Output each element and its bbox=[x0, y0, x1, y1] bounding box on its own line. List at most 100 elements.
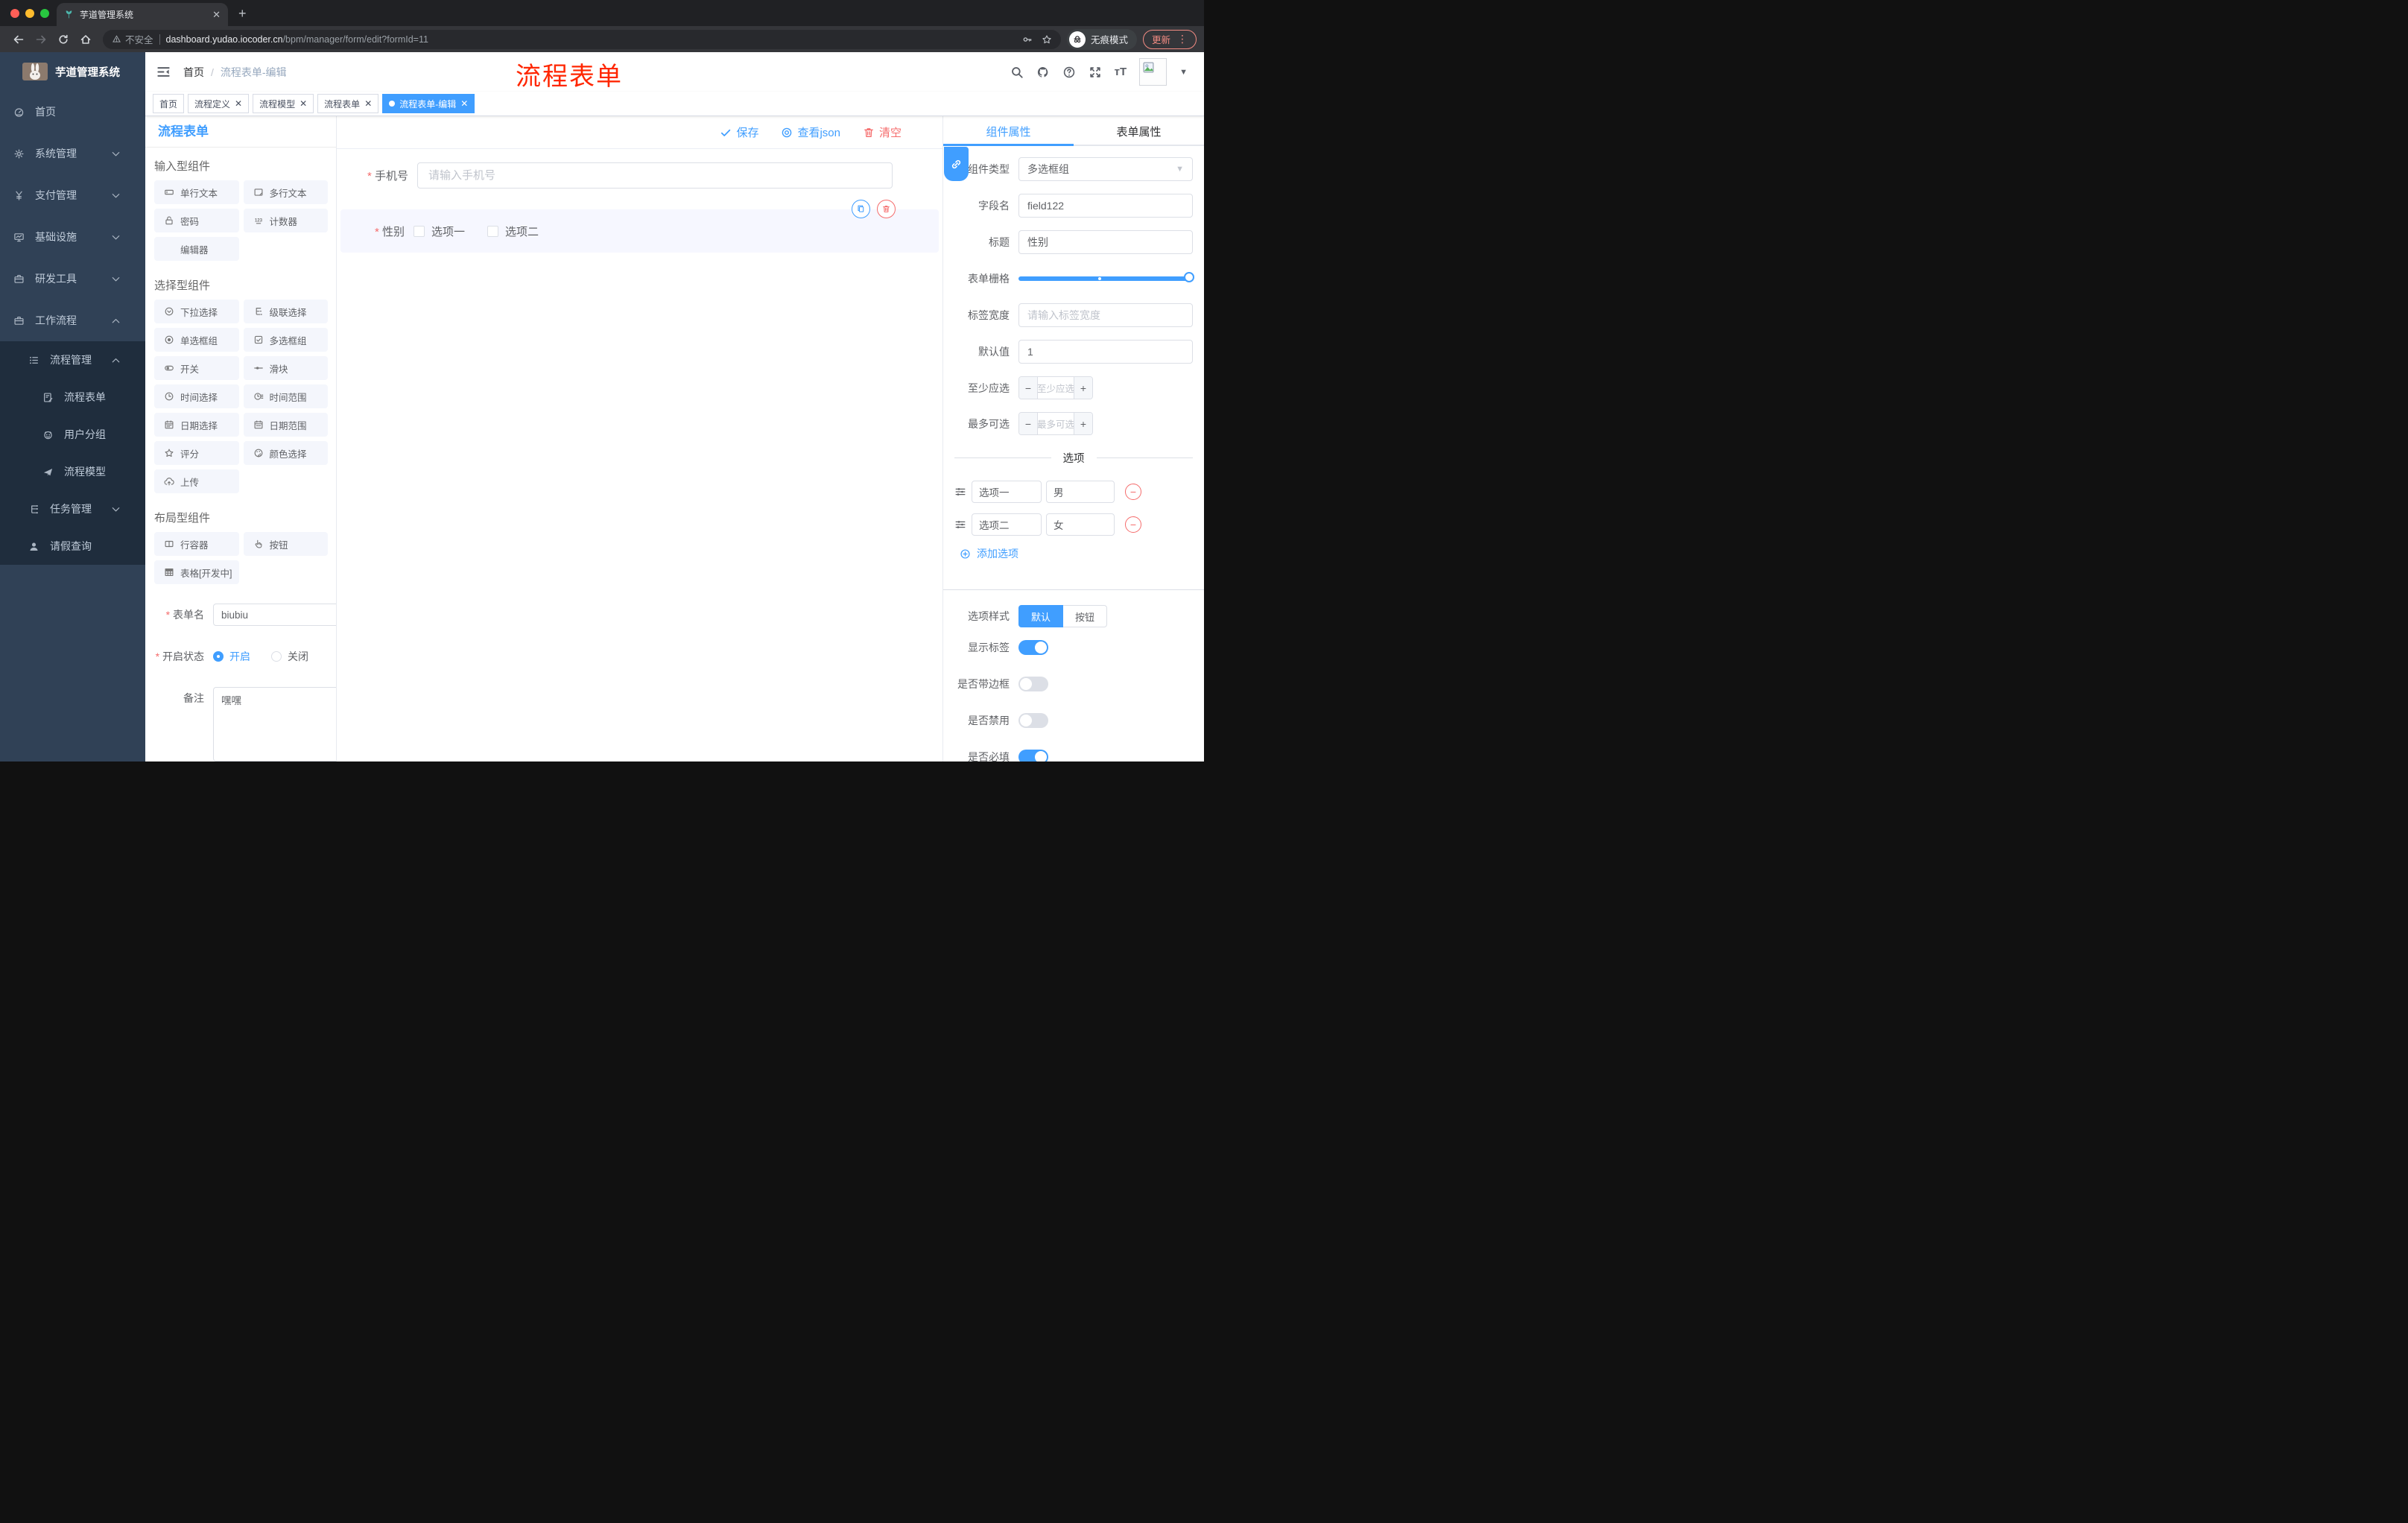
component-chip[interactable]: 按钮 bbox=[243, 532, 328, 556]
url-bar[interactable]: 不安全 dashboard.yudao.iocoder.cn/bpm/manag… bbox=[103, 29, 1061, 49]
component-chip[interactable]: 级联选择 bbox=[243, 300, 328, 323]
slider-handle[interactable] bbox=[1184, 272, 1194, 282]
checkbox-icon[interactable] bbox=[414, 225, 425, 237]
component-type-select[interactable]: 多选框组 ▼ bbox=[1018, 157, 1193, 181]
component-chip[interactable]: 多行文本 bbox=[243, 180, 328, 204]
close-tab-icon[interactable]: ✕ bbox=[235, 98, 242, 109]
page-tab-process-form[interactable]: 流程表单 ✕ bbox=[317, 94, 379, 113]
close-tab-icon[interactable]: ✕ bbox=[300, 98, 307, 109]
decrease-button[interactable]: − bbox=[1019, 377, 1038, 399]
remove-option-button[interactable]: − bbox=[1125, 516, 1141, 533]
component-chip[interactable]: 编辑器 bbox=[154, 237, 239, 261]
sidebar-item-task-mgmt[interactable]: 任务管理 bbox=[0, 490, 145, 528]
label-width-input[interactable] bbox=[1018, 303, 1193, 327]
default-value-input[interactable] bbox=[1018, 340, 1193, 364]
sidebar-item-home[interactable]: 首页 bbox=[0, 91, 145, 133]
inspector-tab-component[interactable]: 组件属性 bbox=[943, 116, 1074, 146]
sidebar-item-devtools[interactable]: 研发工具 bbox=[0, 258, 145, 300]
close-window-button[interactable] bbox=[10, 9, 19, 18]
back-icon[interactable] bbox=[13, 34, 25, 45]
link-tag[interactable] bbox=[944, 147, 969, 181]
avatar[interactable] bbox=[1139, 58, 1167, 86]
switch-required[interactable] bbox=[1018, 750, 1048, 762]
font-size-icon[interactable]: тT bbox=[1115, 66, 1127, 78]
option-label-input[interactable] bbox=[972, 481, 1042, 503]
minimize-window-button[interactable] bbox=[25, 9, 34, 18]
page-tab-process-form-edit[interactable]: 流程表单-编辑 ✕ bbox=[382, 94, 475, 113]
sidebar-collapse-icon[interactable] bbox=[156, 65, 171, 79]
field-phone[interactable]: 手机号 bbox=[340, 162, 939, 189]
browser-tab[interactable]: 芋道管理系统 ✕ bbox=[57, 3, 228, 26]
min-select-value[interactable]: 至少应选 bbox=[1038, 377, 1074, 399]
security-label[interactable]: 不安全 bbox=[125, 32, 153, 46]
increase-button[interactable]: + bbox=[1074, 377, 1092, 399]
sidebar-item-payment[interactable]: 支付管理 bbox=[0, 174, 145, 216]
component-chip[interactable]: 日期范围 bbox=[243, 413, 328, 437]
tab-close-icon[interactable]: ✕ bbox=[212, 9, 221, 21]
avatar-caret-icon[interactable]: ▼ bbox=[1179, 68, 1188, 77]
grid-slider[interactable] bbox=[1018, 272, 1194, 282]
component-chip[interactable]: 上传 bbox=[154, 469, 239, 493]
view-json-button[interactable]: 查看json bbox=[781, 124, 840, 140]
component-chip[interactable]: 单选框组 bbox=[154, 328, 239, 352]
component-chip[interactable]: 密码 bbox=[154, 209, 239, 232]
remove-option-button[interactable]: − bbox=[1125, 484, 1141, 500]
delete-component-button[interactable] bbox=[877, 200, 896, 218]
new-tab-button[interactable]: + bbox=[238, 6, 247, 22]
page-tab-process-model[interactable]: 流程模型 ✕ bbox=[253, 94, 314, 113]
component-chip[interactable]: 时间选择 bbox=[154, 384, 239, 408]
switch-disabled[interactable] bbox=[1018, 713, 1048, 728]
save-button[interactable]: 保存 bbox=[720, 124, 758, 140]
sidebar-logo[interactable]: 芋道管理系统 bbox=[0, 52, 145, 91]
close-tab-icon[interactable]: ✕ bbox=[364, 98, 372, 109]
clear-button[interactable]: 清空 bbox=[863, 124, 902, 140]
component-chip[interactable]: 时间范围 bbox=[243, 384, 328, 408]
search-icon[interactable] bbox=[1010, 66, 1024, 79]
forward-icon[interactable] bbox=[35, 34, 47, 45]
component-chip[interactable]: 行容器 bbox=[154, 532, 239, 556]
gender-checkbox-item[interactable]: 选项二 bbox=[487, 224, 539, 239]
copy-component-button[interactable] bbox=[852, 200, 870, 218]
checkbox-icon[interactable] bbox=[487, 225, 499, 237]
title-input[interactable] bbox=[1018, 230, 1193, 254]
component-chip[interactable]: 日期选择 bbox=[154, 413, 239, 437]
sidebar-item-process-mgmt[interactable]: 流程管理 bbox=[0, 341, 145, 379]
browser-update-button[interactable]: 更新 ⋮ bbox=[1142, 29, 1197, 49]
component-chip[interactable]: 开关 bbox=[154, 356, 239, 380]
gender-checkbox-item[interactable]: 选项一 bbox=[414, 224, 465, 239]
breadcrumb-home[interactable]: 首页 bbox=[183, 65, 204, 80]
option-value-input[interactable] bbox=[1046, 481, 1115, 503]
home-icon[interactable] bbox=[80, 34, 92, 45]
reload-icon[interactable] bbox=[57, 34, 69, 45]
remark-textarea[interactable]: 嘿嘿 bbox=[213, 687, 336, 762]
sidebar-item-infra[interactable]: 基础设施 bbox=[0, 216, 145, 258]
browser-menu-kebab-icon[interactable]: ⋮ bbox=[1177, 33, 1188, 45]
fullscreen-icon[interactable] bbox=[1089, 66, 1102, 79]
max-select-value[interactable]: 最多可选 bbox=[1038, 413, 1074, 434]
component-chip[interactable]: 颜色选择 bbox=[243, 441, 328, 465]
sidebar-item-workflow[interactable]: 工作流程 bbox=[0, 300, 145, 341]
sidebar-item-process-model[interactable]: 流程模型 bbox=[0, 453, 145, 490]
option-label-input[interactable] bbox=[972, 513, 1042, 536]
bookmark-star-icon[interactable] bbox=[1042, 34, 1052, 45]
option-style-button[interactable]: 按钮 bbox=[1063, 605, 1108, 627]
phone-input[interactable] bbox=[417, 162, 893, 189]
option-value-input[interactable] bbox=[1046, 513, 1115, 536]
github-icon[interactable] bbox=[1036, 66, 1050, 79]
switch-with-border[interactable] bbox=[1018, 677, 1048, 691]
decrease-button[interactable]: − bbox=[1019, 413, 1038, 434]
help-icon[interactable] bbox=[1062, 66, 1076, 79]
component-chip[interactable]: 单行文本 bbox=[154, 180, 239, 204]
inspector-tab-form[interactable]: 表单属性 bbox=[1074, 116, 1204, 146]
maximize-window-button[interactable] bbox=[40, 9, 49, 18]
form-name-input[interactable] bbox=[213, 604, 336, 626]
page-tab-process-definition[interactable]: 流程定义 ✕ bbox=[188, 94, 250, 113]
component-chip[interactable]: 表格[开发中] bbox=[154, 560, 239, 584]
increase-button[interactable]: + bbox=[1074, 413, 1092, 434]
component-chip[interactable]: 下拉选择 bbox=[154, 300, 239, 323]
switch-show-label[interactable] bbox=[1018, 640, 1048, 655]
component-chip[interactable]: 滑块 bbox=[243, 356, 328, 380]
sidebar-item-system[interactable]: 系统管理 bbox=[0, 133, 145, 174]
field-name-input[interactable] bbox=[1018, 194, 1193, 218]
status-radio-off[interactable]: 关闭 bbox=[271, 649, 308, 664]
